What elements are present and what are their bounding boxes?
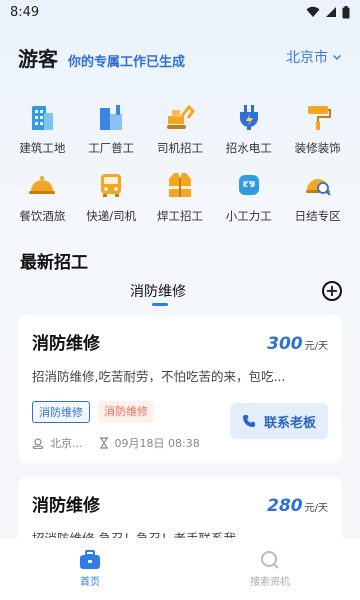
- category-catering[interactable]: 餐饮酒旅: [8, 168, 77, 224]
- header: 游客 你的专属工作已生成 北京市: [0, 42, 360, 72]
- category-label: 工厂普工: [88, 141, 135, 155]
- contact-label: 联系老板: [263, 415, 316, 431]
- section-title: 最新招工: [20, 253, 88, 273]
- job-title: 消防维修: [32, 496, 100, 516]
- job-description: 招消防维修,吃苦耐劳，不怕吃苦的来，包吃...: [32, 369, 286, 384]
- signal-icon: [326, 7, 336, 17]
- category-label: 餐饮酒旅: [19, 209, 66, 223]
- job-wage: 300 元/天: [267, 334, 328, 354]
- city-label: 北京市: [286, 50, 328, 66]
- building-icon: [25, 100, 59, 134]
- job-tabs: 消防维修 +: [0, 277, 360, 307]
- phone-icon: [242, 415, 255, 427]
- hourglass-icon: [99, 437, 108, 449]
- category-label: 司机招工: [156, 141, 203, 155]
- factory-icon: [94, 100, 128, 134]
- job-wage: 280 元/天: [267, 496, 328, 516]
- job-tag: 消防维修: [98, 401, 154, 423]
- plug-icon: [232, 100, 266, 134]
- chevron-down-icon: [332, 54, 342, 61]
- category-label: 建筑工地: [19, 141, 66, 155]
- job-title: 消防维修: [32, 334, 100, 354]
- category-laborer[interactable]: 小工力工: [214, 168, 283, 224]
- tab-fire-maintenance[interactable]: 消防维修: [130, 281, 186, 301]
- search-icon: [261, 551, 279, 569]
- job-date: 09月18日 08:38: [114, 437, 200, 450]
- bus-icon: [94, 168, 128, 202]
- wifi-icon: [306, 6, 320, 17]
- category-decoration[interactable]: 装修装饰: [283, 100, 352, 156]
- nav-search[interactable]: 搜索资机: [180, 538, 360, 600]
- category-label: 招水电工: [225, 141, 272, 155]
- wage-unit: 元/天: [304, 341, 328, 352]
- category-factory[interactable]: 工厂普工: [77, 100, 146, 156]
- wage-amount: 280: [267, 496, 303, 516]
- nav-home-label: 首页: [80, 577, 100, 588]
- category-label: 焊工招工: [156, 209, 203, 223]
- category-electrician[interactable]: 招水电工: [214, 100, 283, 156]
- vest-icon: [163, 168, 197, 202]
- category-daily[interactable]: 日结专区: [283, 168, 352, 224]
- category-label: 快递/司机: [86, 209, 137, 223]
- welding-mask-icon: [232, 168, 266, 202]
- category-building[interactable]: 建筑工地: [8, 100, 77, 156]
- nav-home[interactable]: 首页: [0, 538, 180, 600]
- wage-amount: 300: [267, 334, 303, 354]
- category-driver[interactable]: 司机招工: [146, 100, 215, 156]
- bottom-nav: 首页 搜索资机: [0, 538, 360, 600]
- paint-roller-icon: [301, 100, 335, 134]
- excavator-icon: [163, 100, 197, 134]
- category-label: 小工力工: [225, 209, 272, 223]
- category-label: 装修装饰: [294, 141, 341, 155]
- category-welder[interactable]: 焊工招工: [146, 168, 215, 224]
- job-card[interactable]: 消防维修 300 元/天 招消防维修,吃苦耐劳，不怕吃苦的来，包吃... 消防维修…: [18, 315, 342, 463]
- food-cloche-icon: [25, 168, 59, 202]
- tab-underline: [152, 303, 168, 306]
- add-tab-button[interactable]: +: [322, 281, 342, 301]
- nav-search-label: 搜索资机: [250, 577, 290, 588]
- job-location: 北京...: [50, 437, 83, 450]
- status-icons: [306, 5, 350, 19]
- category-courier[interactable]: 快递/司机: [77, 168, 146, 224]
- battery-icon: [342, 5, 350, 18]
- helmet-icon: [301, 168, 335, 202]
- category-label: 日结专区: [294, 209, 341, 223]
- status-bar: 8:49: [0, 0, 360, 24]
- status-time: 8:49: [10, 4, 40, 20]
- wage-unit: 元/天: [304, 503, 328, 514]
- location-pin-icon: [32, 438, 44, 449]
- job-tag: 消防维修: [32, 401, 90, 423]
- briefcase-icon: [80, 550, 100, 569]
- tagline: 你的专属工作已生成: [68, 54, 186, 70]
- city-selector[interactable]: 北京市: [286, 47, 342, 67]
- user-name: 游客: [18, 46, 58, 71]
- category-grid: 建筑工地 工厂普工 司机招工 招水电工 装修装饰 餐饮酒旅 快递/司机 焊工招工…: [0, 100, 360, 224]
- contact-boss-button[interactable]: 联系老板: [230, 403, 328, 439]
